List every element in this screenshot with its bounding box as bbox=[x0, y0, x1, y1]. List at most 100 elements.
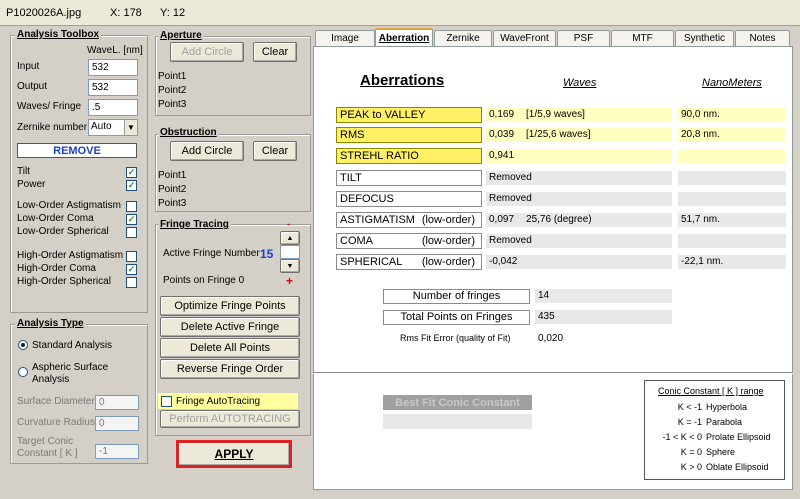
chevron-down-icon[interactable]: ▼ bbox=[124, 120, 137, 135]
autotracing-checkbox[interactable] bbox=[161, 396, 172, 407]
waves-per-fringe-label: Waves/ Fringe bbox=[17, 101, 82, 112]
aberration-name-text: ASTIGMATISM bbox=[340, 214, 415, 226]
optimize-fringe-points-button[interactable]: Optimize Fringe Points bbox=[160, 296, 300, 316]
tab-psf[interactable]: PSF bbox=[557, 30, 610, 46]
total-points-label: Total Points on Fringes bbox=[400, 311, 513, 323]
arrow-up-icon: ▲ bbox=[286, 234, 294, 242]
panel-divider bbox=[313, 372, 793, 374]
aberration-name: COMA (low-order) bbox=[336, 233, 482, 249]
curvature-radius-label: Curvature Radius bbox=[17, 417, 95, 428]
aberration-name: SPHERICAL (low-order) bbox=[336, 254, 482, 270]
fringe-up-button[interactable]: ▲ bbox=[280, 231, 300, 245]
active-fringe-value: 15 bbox=[260, 247, 274, 261]
fringe-down-button[interactable]: ▼ bbox=[280, 259, 300, 273]
conic-k-range: K < -1 bbox=[677, 402, 702, 412]
remove-item-checkbox[interactable] bbox=[126, 201, 137, 212]
remove-item-checkbox[interactable] bbox=[126, 251, 137, 262]
remove-item-checkbox[interactable]: ✓ bbox=[126, 264, 137, 275]
nanometers-header: NanoMeters bbox=[702, 77, 762, 89]
best-fit-conic-label: Best Fit Conic Constant bbox=[395, 396, 520, 409]
apply-button-label: APPLY bbox=[214, 447, 254, 461]
obstruction-point-2: Point2 bbox=[158, 184, 187, 195]
aperture-add-circle-button[interactable]: Add Circle bbox=[170, 42, 244, 62]
output-wavelength-field[interactable]: 532 bbox=[88, 79, 138, 96]
waves-per-fringe-field[interactable]: .5 bbox=[88, 99, 138, 116]
tab-image[interactable]: Image bbox=[315, 30, 375, 46]
waves-value: 0,097 bbox=[489, 214, 515, 225]
delete-all-points-button[interactable]: Delete All Points bbox=[160, 338, 300, 358]
target-conic-field[interactable]: -1 bbox=[95, 444, 139, 459]
aberration-name-text: DEFOCUS bbox=[340, 193, 394, 205]
delete-active-fringe-button[interactable]: Delete Active Fringe bbox=[160, 317, 300, 337]
remove-item-checkbox[interactable]: ✓ bbox=[126, 167, 137, 178]
tab-zernike[interactable]: Zernike bbox=[434, 30, 492, 46]
surface-diameter-field[interactable]: 0 bbox=[95, 395, 139, 410]
tab-synthetic[interactable]: Synthetic bbox=[675, 30, 734, 46]
remove-item-label: High-Order Coma bbox=[17, 263, 96, 274]
fringe-spin-field[interactable] bbox=[280, 245, 300, 259]
curvature-radius-field[interactable]: 0 bbox=[95, 416, 139, 431]
target-conic-label: Target Conic Constant [ K ] bbox=[17, 436, 78, 459]
aberration-name: PEAK to VALLEY bbox=[336, 107, 482, 123]
waves-header: Waves bbox=[563, 77, 597, 89]
num-fringes-label: Number of fringes bbox=[412, 290, 501, 302]
fringe-tracing-title: Fringe Tracing bbox=[158, 219, 231, 230]
remove-item-label: High-Order Astigmatism bbox=[17, 250, 124, 261]
input-wavelength-field[interactable]: 532 bbox=[88, 59, 138, 76]
waves-fraction: [1/5,9 waves] bbox=[526, 109, 585, 120]
tab-aberration[interactable]: Aberration bbox=[375, 28, 433, 47]
remove-item-checkbox[interactable]: ✓ bbox=[126, 180, 137, 191]
waves-value: Removed bbox=[489, 235, 532, 246]
best-fit-conic-button[interactable]: Best Fit Conic Constant bbox=[383, 395, 532, 410]
waves-value: 0,941 bbox=[489, 150, 515, 161]
remove-item-label: Low-Order Astigmatism bbox=[17, 200, 121, 211]
obstruction-point-3: Point3 bbox=[158, 198, 187, 209]
obstruction-add-circle-button[interactable]: Add Circle bbox=[170, 141, 244, 161]
aberration-nm-value bbox=[678, 171, 786, 185]
analysis-toolbox-title: Analysis Toolbox bbox=[15, 29, 102, 40]
aspheric-analysis-radio[interactable] bbox=[18, 367, 28, 377]
aberration-name: RMS bbox=[336, 127, 482, 143]
waves-value: -0,042 bbox=[489, 256, 518, 267]
tab-notes[interactable]: Notes bbox=[735, 30, 790, 46]
remove-item-checkbox[interactable]: ✓ bbox=[126, 214, 137, 225]
tab-mtf[interactable]: MTF bbox=[611, 30, 674, 46]
conic-shape-name: Hyperbola bbox=[706, 402, 748, 412]
autotracing-label: Fringe AutoTracing bbox=[176, 396, 261, 407]
conic-k-range: K > 0 bbox=[680, 462, 702, 472]
aberration-name-text: SPHERICAL bbox=[340, 256, 403, 268]
remove-item-checkbox[interactable] bbox=[126, 227, 137, 238]
aberration-name: ASTIGMATISM (low-order) bbox=[336, 212, 482, 228]
perform-autotracing-button[interactable]: Perform AUTOTRACING bbox=[160, 410, 300, 428]
aberration-waves-value: 0,941 bbox=[486, 149, 672, 163]
aperture-point-2: Point2 bbox=[158, 85, 187, 96]
num-fringes-value: 14 bbox=[535, 289, 672, 303]
total-points-value: 435 bbox=[535, 310, 672, 324]
tab-wavefront[interactable]: WaveFront bbox=[493, 30, 556, 46]
conic-k-range: K = 0 bbox=[680, 447, 702, 457]
standard-analysis-label: Standard Analysis bbox=[32, 340, 113, 351]
remove-item-label: Low-Order Spherical bbox=[17, 226, 109, 237]
analysis-type-title: Analysis Type bbox=[15, 318, 86, 329]
apply-button[interactable]: APPLY bbox=[176, 440, 292, 468]
aperture-title: Aperture bbox=[158, 30, 204, 41]
aperture-clear-button[interactable]: Clear bbox=[253, 42, 297, 62]
aberration-order-text: (low-order) bbox=[421, 235, 475, 247]
standard-analysis-radio[interactable] bbox=[18, 340, 28, 350]
aperture-point-1: Point1 bbox=[158, 71, 187, 82]
remove-item-checkbox[interactable] bbox=[126, 277, 137, 288]
waves-value: 0,169 bbox=[489, 109, 515, 120]
reverse-fringe-order-button[interactable]: Reverse Fringe Order bbox=[160, 359, 300, 379]
remove-item-label: Low-Order Coma bbox=[17, 213, 94, 224]
points-on-fringe-label: Points on Fringe 0 bbox=[163, 275, 245, 286]
zernike-number-select[interactable]: Auto ▼ bbox=[88, 119, 138, 136]
output-label: Output bbox=[17, 81, 48, 92]
radio-dot-icon bbox=[21, 343, 25, 347]
aberration-name: STREHL RATIO bbox=[336, 148, 482, 164]
obstruction-clear-button[interactable]: Clear bbox=[253, 141, 297, 161]
remove-button[interactable]: REMOVE bbox=[17, 143, 137, 158]
zernike-number-value: Auto bbox=[91, 121, 112, 132]
aberration-name: DEFOCUS bbox=[336, 191, 482, 207]
aberration-waves-value: Removed bbox=[486, 192, 672, 206]
aberration-waves-value: Removed bbox=[486, 171, 672, 185]
